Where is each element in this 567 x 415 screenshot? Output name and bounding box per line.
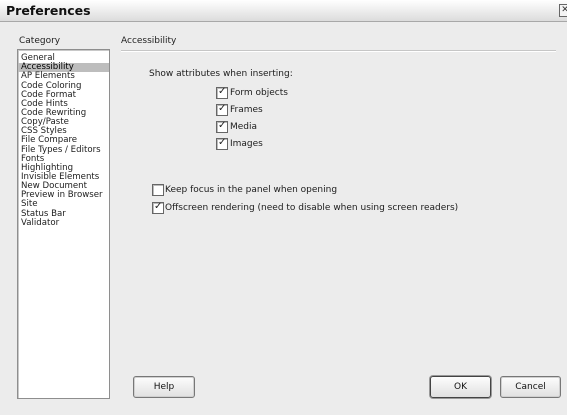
- frames-checkbox[interactable]: ✓: [216, 103, 228, 116]
- check-icon: ✓: [218, 120, 227, 131]
- keep-focus-label[interactable]: Keep focus in the panel when opening: [165, 185, 337, 195]
- section-header: Accessibility: [121, 36, 177, 46]
- images-label[interactable]: Images: [230, 139, 263, 149]
- check-icon: ✓: [218, 86, 227, 97]
- help-button[interactable]: Help: [133, 376, 195, 398]
- section-divider: [121, 50, 556, 52]
- check-icon: ✓: [218, 137, 227, 148]
- check-icon: ✓: [218, 103, 227, 114]
- offscreen-rendering-label[interactable]: Offscreen rendering (need to disable whe…: [165, 203, 458, 213]
- category-header: Category: [19, 36, 61, 46]
- check-icon: ✓: [154, 201, 163, 212]
- category-item-validator[interactable]: Validator: [18, 218, 109, 228]
- form-objects-checkbox[interactable]: ✓: [216, 86, 228, 99]
- media-checkbox[interactable]: ✓: [216, 120, 228, 133]
- keep-focus-checkbox[interactable]: [152, 184, 164, 196]
- window-title: Preferences: [6, 3, 91, 18]
- category-list[interactable]: General Accessibility AP Elements Code C…: [17, 49, 110, 399]
- cancel-button[interactable]: Cancel: [500, 376, 561, 398]
- media-label[interactable]: Media: [230, 122, 257, 132]
- form-objects-label[interactable]: Form objects: [230, 88, 288, 98]
- offscreen-rendering-checkbox[interactable]: ✓: [152, 201, 164, 214]
- frames-label[interactable]: Frames: [230, 105, 263, 115]
- ok-button[interactable]: OK: [430, 376, 491, 398]
- close-icon[interactable]: ✕: [559, 4, 567, 17]
- title-bar: Preferences ✕: [0, 0, 567, 22]
- images-checkbox[interactable]: ✓: [216, 137, 228, 150]
- show-attributes-label: Show attributes when inserting:: [149, 69, 293, 79]
